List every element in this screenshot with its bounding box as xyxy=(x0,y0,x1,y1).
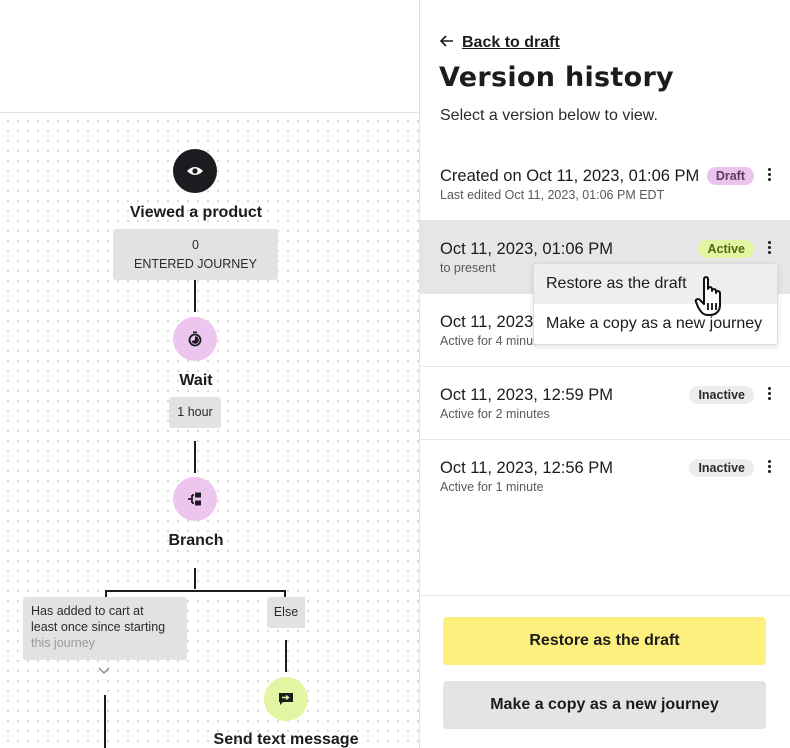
entered-journey-count: 0 xyxy=(192,238,199,252)
arrow-left-icon xyxy=(439,34,454,52)
panel-subtitle: Select a version below to view. xyxy=(440,107,658,124)
status-badge: Inactive xyxy=(689,459,754,477)
branch-icon xyxy=(188,492,201,506)
version-title: Oct 11, 2023, 12:56 PM xyxy=(440,459,614,477)
back-to-draft-label: Back to draft xyxy=(462,34,560,51)
version-title: Created on Oct 11, 2023, 01:06 PM xyxy=(440,167,700,185)
trigger-node-circle[interactable] xyxy=(173,149,217,193)
wait-node-circle[interactable] xyxy=(173,317,217,361)
journey-canvas[interactable]: Viewed a product 0 ENTERED JOURNEY Wait … xyxy=(0,113,419,748)
version-item[interactable]: Oct 11, 2023, 12:56 PM Active for 1 minu… xyxy=(420,440,790,513)
wait-duration: 1 hour xyxy=(169,397,221,428)
more-options-icon[interactable] xyxy=(761,164,777,184)
version-subtitle: Last edited Oct 11, 2023, 01:06 PM EDT xyxy=(440,188,665,202)
menu-item-restore-as-draft[interactable]: Restore as the draft xyxy=(534,264,777,304)
version-item-draft[interactable]: Created on Oct 11, 2023, 01:06 PM Last e… xyxy=(420,148,790,221)
version-title: Oct 11, 2023, 01:06 PM xyxy=(440,240,614,258)
message-icon xyxy=(279,693,293,705)
version-item[interactable]: Oct 11, 2023, 12:59 PM Active for 2 minu… xyxy=(420,367,790,440)
status-badge: Draft xyxy=(706,167,754,185)
entered-journey-label: ENTERED JOURNEY xyxy=(134,257,257,271)
condition-line-2: least once since starting xyxy=(31,620,166,634)
entered-journey-stat: 0 ENTERED JOURNEY xyxy=(113,229,278,280)
condition-line-1: Has added to cart at xyxy=(31,604,144,618)
more-options-icon[interactable] xyxy=(761,383,777,403)
version-context-menu: Restore as the draft Make a copy as a ne… xyxy=(533,263,778,345)
restore-as-draft-button[interactable]: Restore as the draft xyxy=(443,617,766,665)
connector xyxy=(285,640,287,672)
condition-line-3: this journey xyxy=(31,636,95,650)
status-badge: Inactive xyxy=(689,386,754,404)
version-title: Oct 11, 2023, 12:59 PM xyxy=(440,386,614,404)
version-subtitle: Active for 1 minute xyxy=(440,480,544,494)
back-to-draft-link[interactable]: Back to draft xyxy=(439,34,560,52)
version-subtitle: Active for 2 minutes xyxy=(440,407,550,421)
trigger-node-title: Viewed a product xyxy=(129,204,263,221)
sms-node-circle[interactable] xyxy=(264,677,308,721)
panel-footer: Restore as the draft Make a copy as a ne… xyxy=(420,595,790,748)
expand-chevron-icon[interactable] xyxy=(98,662,110,674)
panel-title: Version history xyxy=(439,62,674,93)
connector xyxy=(194,568,196,589)
wait-node-title: Wait xyxy=(179,372,213,389)
status-badge: Active xyxy=(698,240,754,258)
branch-node-circle[interactable] xyxy=(173,477,217,521)
version-history-panel: Back to draft Version history Select a v… xyxy=(419,0,790,748)
version-subtitle: to present xyxy=(440,261,496,275)
connector xyxy=(194,441,196,473)
sms-node-title: Send text message xyxy=(213,731,359,748)
branch-split-line xyxy=(106,590,286,592)
more-options-icon[interactable] xyxy=(761,456,777,476)
canvas-header xyxy=(0,0,419,113)
menu-item-copy-as-new-journey[interactable]: Make a copy as a new journey xyxy=(534,304,777,344)
branch-else-box[interactable]: Else xyxy=(267,597,305,628)
copy-as-new-journey-button[interactable]: Make a copy as a new journey xyxy=(443,681,766,729)
connector xyxy=(104,695,106,748)
eye-icon xyxy=(187,167,203,175)
timer-icon xyxy=(188,331,202,347)
more-options-icon[interactable] xyxy=(761,237,777,257)
connector xyxy=(194,280,196,312)
branch-node-title: Branch xyxy=(168,532,224,549)
branch-condition-box[interactable]: Has added to cart at least once since st… xyxy=(23,597,187,660)
